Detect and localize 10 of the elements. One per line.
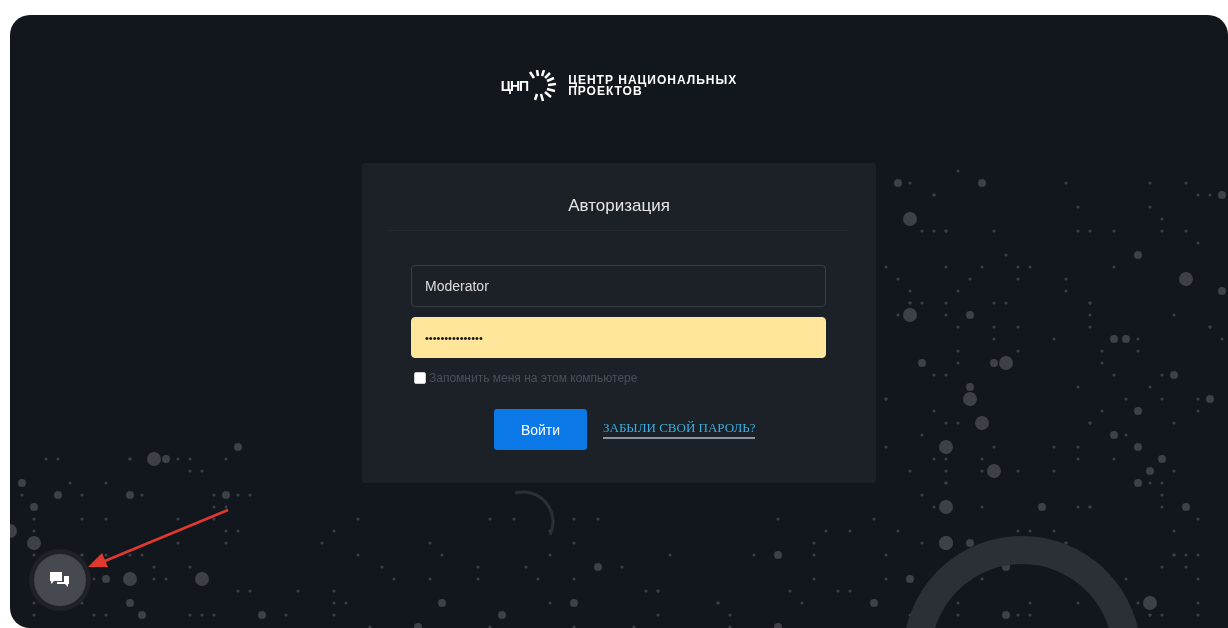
password-field[interactable]: ••••••••••••••• bbox=[411, 317, 826, 358]
username-field[interactable]: Moderator bbox=[411, 265, 826, 307]
logo-rays-icon bbox=[528, 70, 559, 102]
logo-text: ПРОЕКТОВ bbox=[568, 86, 643, 97]
forgot-password-link[interactable]: ЗАБЫЛИ СВОЙ ПАРОЛЬ? bbox=[603, 420, 756, 439]
logo-text: ЦЕНТР НАЦИОНАЛЬНЫХ bbox=[568, 75, 738, 86]
logo-mark-text: ЦНП bbox=[500, 78, 529, 94]
form-title: Авторизация bbox=[389, 163, 849, 231]
login-button[interactable]: Войти bbox=[494, 409, 587, 450]
remember-checkbox[interactable] bbox=[414, 372, 426, 384]
